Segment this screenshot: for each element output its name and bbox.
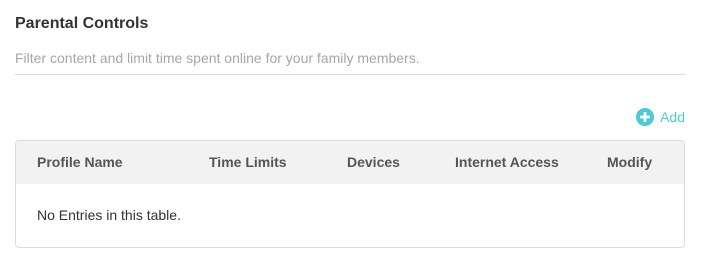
table-empty-message: No Entries in this table. (37, 207, 181, 223)
table-header: Profile Name Time Limits Devices Interne… (16, 141, 684, 184)
page-subtitle: Filter content and limit time spent onli… (15, 50, 420, 66)
column-header-internet-access: Internet Access (455, 154, 559, 170)
page-title: Parental Controls (15, 15, 149, 32)
add-button[interactable]: Add (636, 107, 685, 127)
add-button-label: Add (660, 109, 685, 125)
column-header-modify: Modify (607, 154, 653, 170)
plus-circle-icon (636, 108, 655, 126)
column-header-time-limits: Time Limits (209, 154, 287, 170)
profiles-table: Profile Name Time Limits Devices Interne… (15, 140, 685, 248)
header-divider (15, 74, 685, 75)
column-header-profile-name: Profile Name (37, 154, 123, 170)
column-header-devices: Devices (347, 154, 400, 170)
